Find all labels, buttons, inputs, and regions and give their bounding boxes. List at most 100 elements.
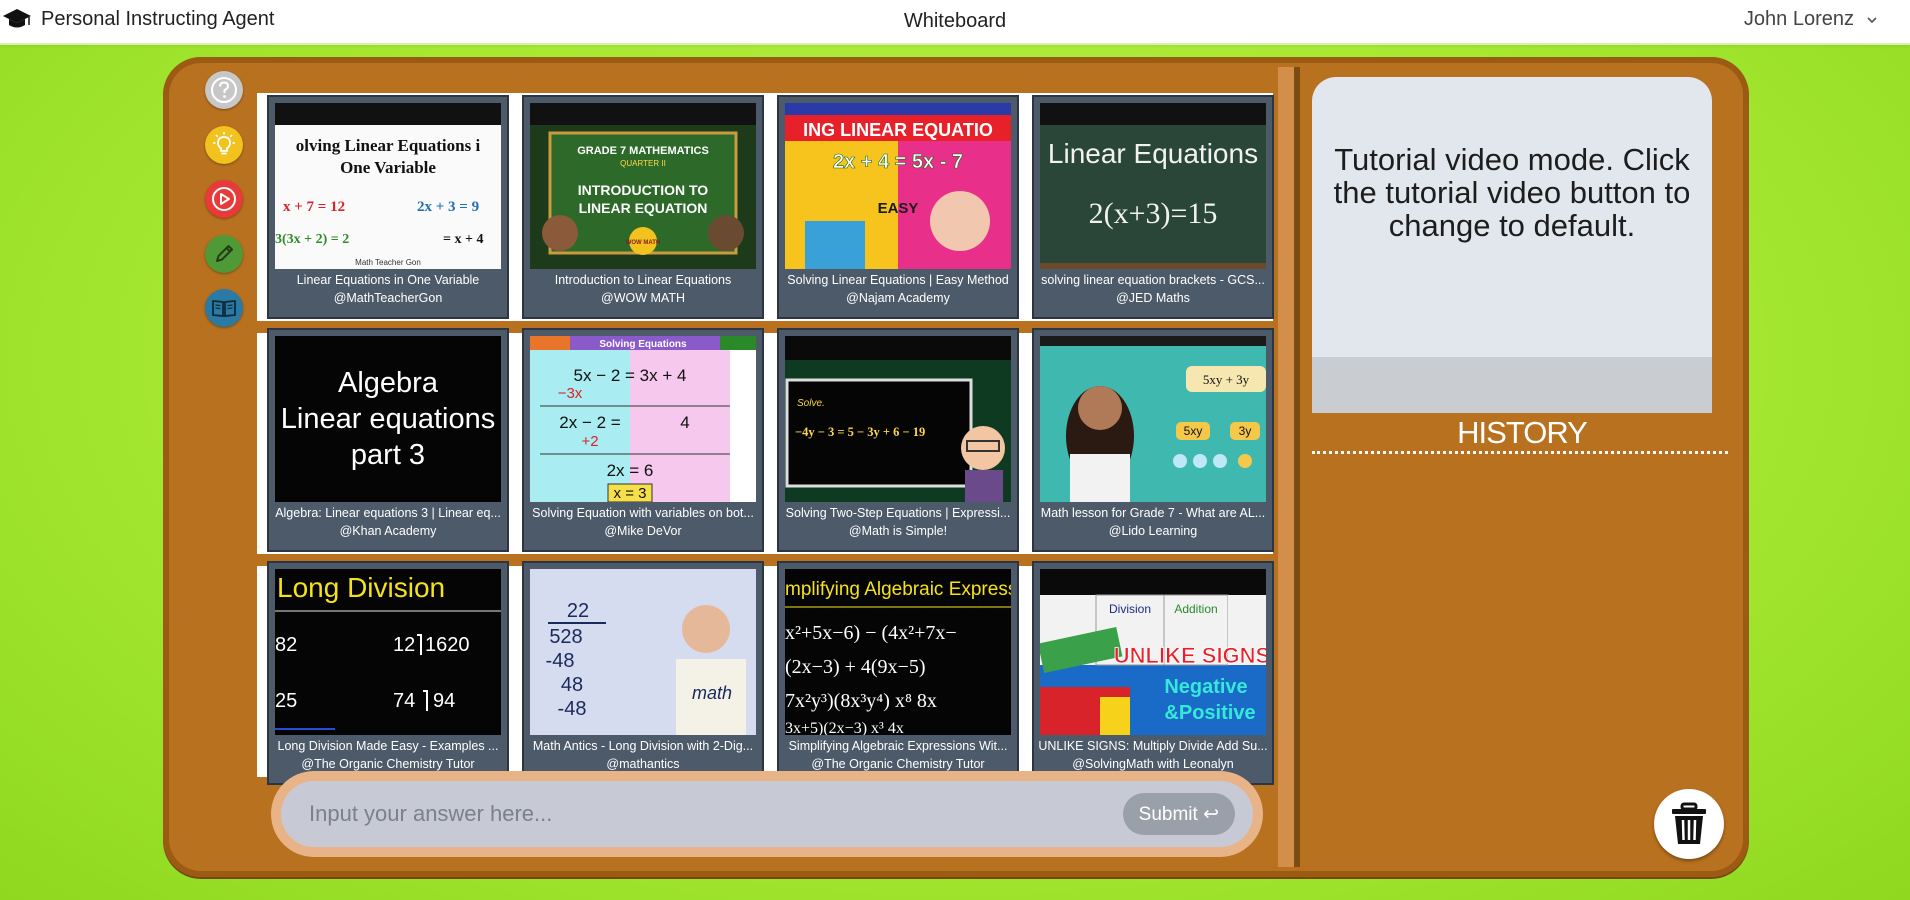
answer-field-wrapper: Submit ↩ xyxy=(281,781,1253,847)
video-card[interactable]: Algebra Linear equations part 3 Algebra:… xyxy=(267,328,509,552)
grid-top-lane xyxy=(257,75,1273,93)
thumb-text: 12 xyxy=(393,634,415,656)
thumb-text: UNLIKE SIGNS xyxy=(1114,643,1266,668)
video-channel: @MathTeacherGon xyxy=(333,291,443,305)
answer-bar: Submit ↩ xyxy=(271,771,1263,857)
thumb-text: Solve. xyxy=(797,398,825,409)
video-card[interactable]: ING LINEAR EQUATIO 2x + 4 = 5x - 7 EASY … xyxy=(777,95,1019,319)
video-channel: @Mike DeVor xyxy=(604,524,682,538)
thumb-text: olving Linear Equations i xyxy=(296,136,481,155)
lightbulb-icon xyxy=(213,132,235,155)
video-card[interactable]: mplifying Algebraic Expressio x²+5x−6) −… xyxy=(777,561,1019,785)
thumb-text: -48 xyxy=(558,698,587,720)
video-title: Long Division Made Easy - Examples ... xyxy=(277,739,499,753)
video-card[interactable]: Linear Equations 2(x+3)=15 solving linea… xyxy=(1032,95,1274,319)
submit-button[interactable]: Submit ↩ xyxy=(1122,793,1235,835)
video-card[interactable]: GRADE 7 MATHEMATICS QUARTER II INTRODUCT… xyxy=(522,95,764,319)
answer-input[interactable] xyxy=(307,793,1091,835)
history-divider xyxy=(1312,451,1728,454)
video-thumbnail: GRADE 7 MATHEMATICS QUARTER II INTRODUCT… xyxy=(530,103,756,269)
thumb-text: -48 xyxy=(546,650,575,672)
book-button[interactable] xyxy=(205,289,243,327)
thumb-text: = x + 4 xyxy=(443,232,483,247)
pencil-button[interactable] xyxy=(205,235,243,273)
thumb-text: part 3 xyxy=(351,439,425,471)
video-title: Solving Equation with variables on bot..… xyxy=(532,506,754,520)
thumb-text: 48 xyxy=(561,674,583,696)
thumb-text: One Variable xyxy=(340,158,436,177)
thumb-text: 22 xyxy=(567,600,589,622)
video-title: Linear Equations in One Variable xyxy=(296,273,480,287)
video-thumbnail: Linear Equations 2(x+3)=15 xyxy=(1040,103,1266,269)
tutorial-video-button[interactable] xyxy=(205,180,243,218)
top-bar: Personal Instructing Agent Whiteboard Jo… xyxy=(0,0,1910,45)
thumb-text: 5x − 2 = 3x + 4 xyxy=(574,366,687,385)
video-thumbnail: mplifying Algebraic Expressio x²+5x−6) −… xyxy=(785,569,1011,735)
video-channel: @WOW MATH xyxy=(601,291,685,305)
thumb-text: 94 xyxy=(433,690,455,712)
video-channel: @The Organic Chemistry Tutor xyxy=(301,757,475,771)
video-card[interactable]: Solve. −4y − 3 = 5 − 3y + 6 − 19 Solving… xyxy=(777,328,1019,552)
tutorial-panel: Tutorial video mode. Click the tutorial … xyxy=(1312,77,1712,413)
thumb-text: 5xy + 3y xyxy=(1203,372,1250,387)
video-card[interactable]: Division Addition UNLIKE SIGNS Negative … xyxy=(1032,561,1274,785)
video-title: Simplifying Algebraic Expressions Wit... xyxy=(788,739,1008,753)
thumb-text: 528 xyxy=(549,626,582,648)
thumb-text: Linear Equations xyxy=(1048,138,1258,169)
video-card[interactable]: Long Division 82 12 1620 25 74 94 Long D… xyxy=(267,561,509,785)
thumb-text: Long Division xyxy=(277,572,445,603)
thumb-text: −3x xyxy=(558,385,583,402)
thumb-text: 5xy xyxy=(1184,424,1203,438)
thumb-text: Division xyxy=(1109,602,1151,616)
history-title: HISTORY xyxy=(1457,415,1588,450)
thumb-text: 25 xyxy=(275,690,297,712)
user-menu[interactable]: John Lorenz xyxy=(1744,8,1878,31)
video-card[interactable]: olving Linear Equations i One Variable x… xyxy=(267,95,509,319)
video-channel: @Lido Learning xyxy=(1108,524,1198,538)
svg-text:7x²y³)(8x³y⁴) x⁸ 8x: 7x²y³)(8x³y⁴) x⁸ 8x xyxy=(785,690,937,712)
clear-history-button[interactable] xyxy=(1654,789,1724,859)
thumb-text: −4y − 3 = 5 − 3y + 6 − 19 xyxy=(795,425,925,439)
video-card[interactable]: 5xy + 3y 5xy 3y Math lesson for Grade 7 … xyxy=(1032,328,1274,552)
thumb-text: x = 3 xyxy=(614,485,647,502)
video-title: Math lesson for Grade 7 - What are AL... xyxy=(1040,506,1266,520)
video-channel: @Math is Simple! xyxy=(848,524,948,538)
thumb-text: 2x + 3 = 9 xyxy=(417,199,479,215)
thumb-text: 2x = 6 xyxy=(607,461,654,480)
video-title: Math Antics - Long Division with 2-Dig..… xyxy=(532,739,754,753)
page-title: Whiteboard xyxy=(903,10,1007,32)
thumb-text: 1620 xyxy=(425,634,470,656)
thumb-text: mplifying Algebraic Expressio xyxy=(785,579,1011,600)
thumb-text: Math Teacher Gon xyxy=(355,258,421,267)
video-thumbnail: Algebra Linear equations part 3 xyxy=(275,336,501,502)
tutorial-message: Tutorial video mode. Click the tutorial … xyxy=(1333,142,1691,243)
help-button[interactable] xyxy=(205,71,243,109)
video-title: Solving Two-Step Equations | Expressi... xyxy=(785,506,1011,520)
thumb-text: 2x − 2 = xyxy=(559,413,621,432)
play-icon xyxy=(212,187,236,211)
video-title: Introduction to Linear Equations xyxy=(554,273,732,287)
hint-button[interactable] xyxy=(205,126,243,164)
video-thumbnail: olving Linear Equations i One Variable x… xyxy=(275,103,501,269)
video-thumbnail: ING LINEAR EQUATIO 2x + 4 = 5x - 7 EASY xyxy=(785,103,1011,269)
thumb-text: +2 xyxy=(581,433,598,450)
video-card[interactable]: Solving Equations 5x − 2 = 3x + 4 −3x 2x… xyxy=(522,328,764,552)
thumb-text: 2x + 4 = 5x - 7 xyxy=(833,151,963,173)
video-thumbnail: Solve. −4y − 3 = 5 − 3y + 6 − 19 xyxy=(785,336,1011,502)
thumb-text: WOW MATH xyxy=(626,240,661,246)
thumb-text: LINEAR EQUATION xyxy=(579,200,708,216)
video-title: solving linear equation brackets - GCS..… xyxy=(1041,273,1265,287)
video-channel: @JED Maths xyxy=(1116,291,1190,305)
thumb-text: &Positive xyxy=(1164,702,1255,724)
video-channel: @Najam Academy xyxy=(846,291,950,305)
thumb-text: 3(3x + 2) = 2 xyxy=(275,232,349,247)
video-card[interactable]: 22 528 -48 48 -48 math Math Antics - Lon… xyxy=(522,561,764,785)
thumb-text: 74 xyxy=(393,690,415,712)
panel-divider-line xyxy=(1294,67,1300,867)
video-channel: @mathantics xyxy=(606,757,680,771)
thumb-text: 3y xyxy=(1239,424,1252,438)
video-thumbnail: 22 528 -48 48 -48 math xyxy=(530,569,756,735)
thumb-text: 4 xyxy=(680,413,689,432)
help-icon xyxy=(211,77,237,103)
thumb-text: Addition xyxy=(1174,602,1217,616)
